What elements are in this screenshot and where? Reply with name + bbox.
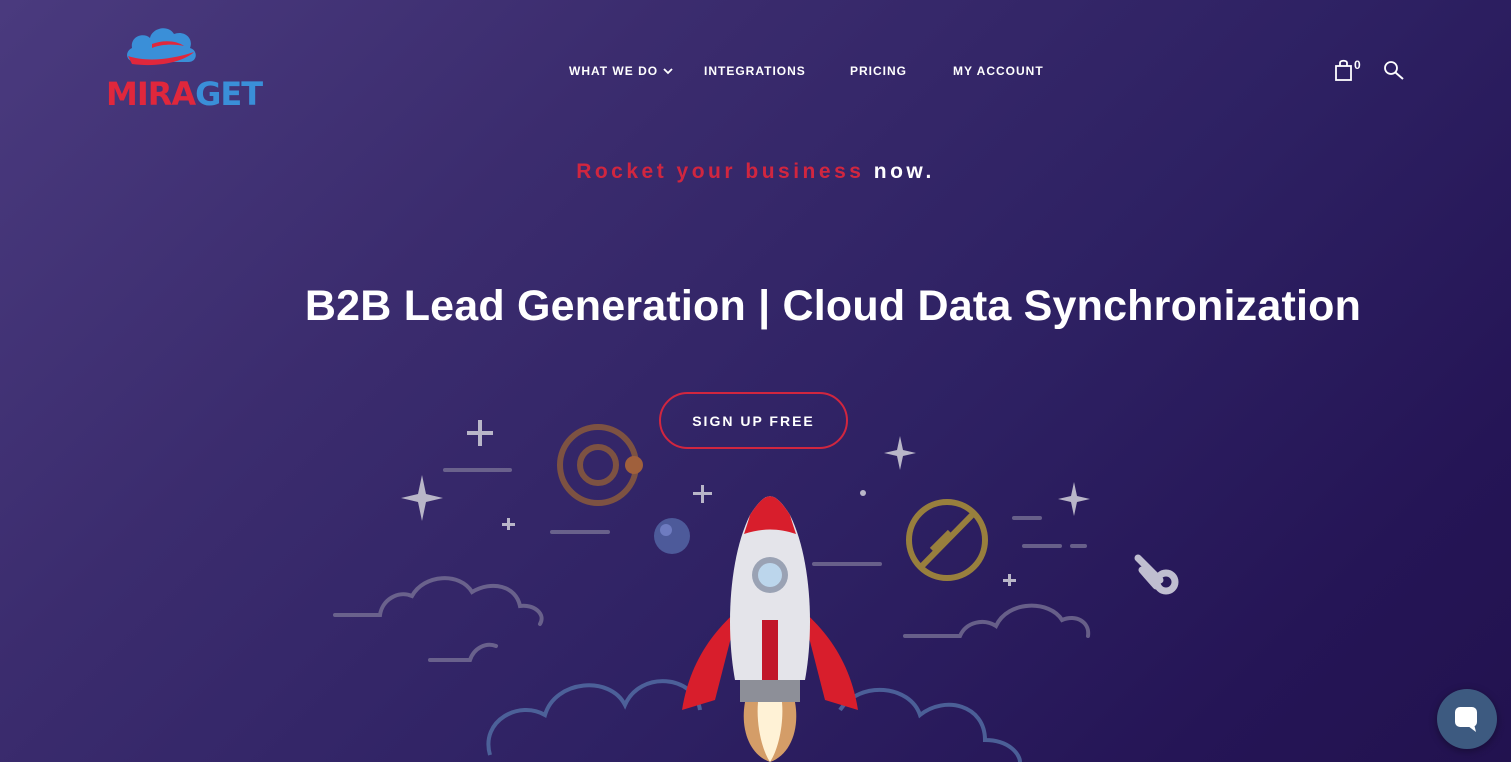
- rocket-launch-illustration: [333, 420, 1179, 762]
- nav-item-integrations[interactable]: INTEGRATIONS: [704, 64, 850, 78]
- cart-button[interactable]: 0: [1334, 58, 1364, 82]
- chat-widget-button[interactable]: [1437, 689, 1497, 749]
- rocket: [682, 496, 858, 762]
- nav-item-label: WHAT WE DO: [569, 64, 659, 78]
- hero-tagline: Rocket your business now.: [0, 160, 1511, 184]
- search-icon: [1384, 61, 1404, 80]
- nav-item-label: PRICING: [850, 64, 908, 78]
- hero-headline: B2B Lead Generation | Cloud Data Synchro…: [304, 282, 1362, 330]
- tagline-accent: Rocket your business: [576, 160, 865, 183]
- nav-item-pricing[interactable]: PRICING: [850, 64, 953, 78]
- nav-item-label: MY ACCOUNT: [953, 64, 1044, 78]
- logo-text-red: MIRA: [106, 75, 196, 113]
- search-button[interactable]: [1382, 59, 1406, 83]
- cart-count-badge: 0: [1354, 58, 1361, 72]
- nav-item-what-we-do[interactable]: WHAT WE DO: [569, 64, 704, 78]
- tagline-rest: now.: [864, 160, 935, 183]
- chat-bubble-icon: [1455, 707, 1477, 732]
- logo-wordmark: MIRAGET: [106, 75, 263, 113]
- miraget-logo[interactable]: MIRAGET: [104, 22, 263, 114]
- nav-item-label: INTEGRATIONS: [704, 64, 806, 78]
- main-nav: WHAT WE DO INTEGRATIONS PRICING MY ACCOU…: [569, 61, 1044, 81]
- nav-item-my-account[interactable]: MY ACCOUNT: [953, 64, 1044, 78]
- chevron-down-icon: [663, 68, 673, 75]
- cloud-logo-icon: [127, 28, 196, 66]
- site-header: MIRAGET WHAT WE DO INTEGRATIONS PRICING …: [0, 0, 1511, 140]
- shopping-bag-icon: [1335, 59, 1352, 81]
- logo-text-blue: GET: [195, 75, 263, 113]
